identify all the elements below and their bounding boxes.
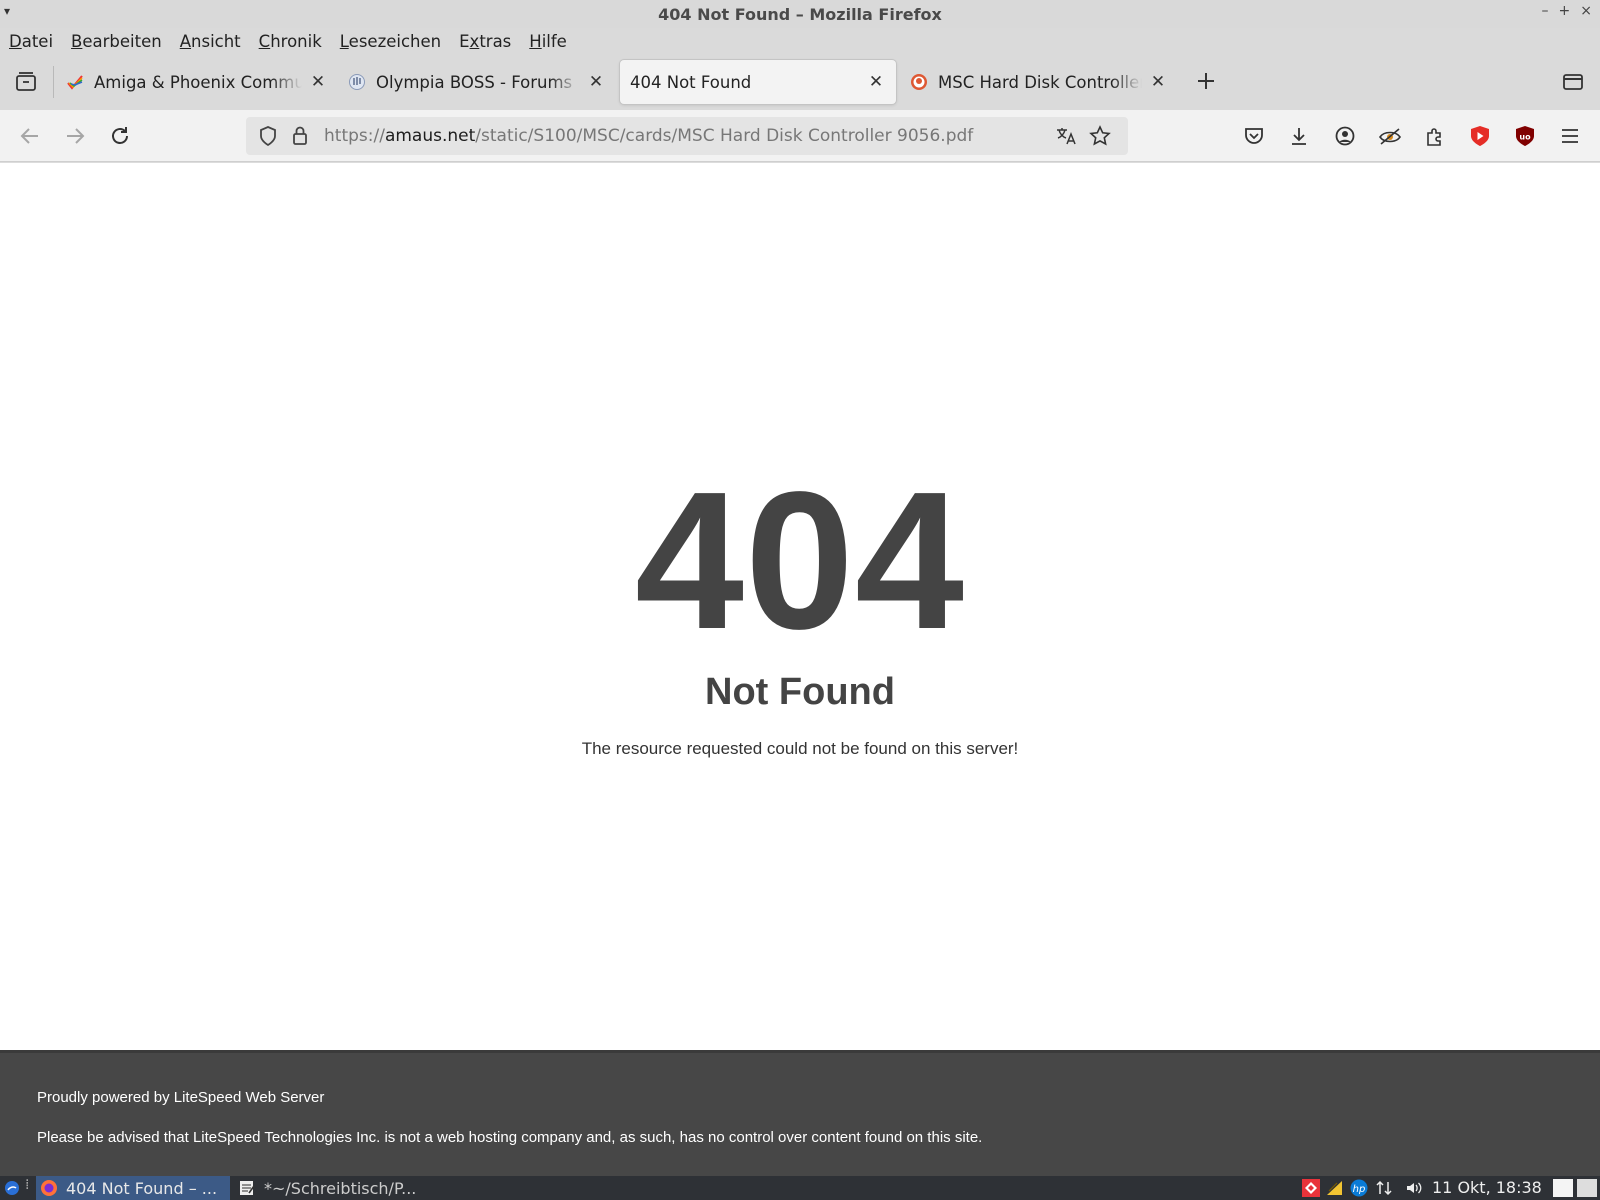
close-tab-icon[interactable]: ✕	[586, 72, 606, 92]
menu-lesezeichen[interactable]: Lesezeichen	[331, 32, 450, 51]
workspace-2-icon[interactable]	[1577, 1179, 1597, 1197]
window-titlebar: ▾ 404 Not Found – Mozilla Firefox – + ×	[0, 0, 1600, 28]
footer-disclaimer: Please be advised that LiteSpeed Technol…	[37, 1129, 983, 1146]
page-content: 404 Not Found The resource requested cou…	[0, 163, 1600, 1050]
lock-icon[interactable]	[288, 124, 312, 148]
tab-amiga-phoenix[interactable]: Amiga & Phoenix Community ✕	[66, 60, 328, 104]
bookmark-star-icon[interactable]	[1088, 124, 1112, 148]
tab-msc-hard-disk[interactable]: MSC Hard Disk Controller 9056 ✕	[910, 60, 1168, 104]
menu-bearbeiten[interactable]: Bearbeiten	[62, 32, 171, 51]
anydesk-tray-icon[interactable]	[1302, 1179, 1320, 1197]
menu-hilfe[interactable]: Hilfe	[520, 32, 576, 51]
window-title: 404 Not Found – Mozilla Firefox	[658, 4, 942, 24]
menu-ansicht[interactable]: Ansicht	[171, 32, 250, 51]
maximize-icon[interactable]: +	[1559, 3, 1571, 19]
network-transfer-tray-icon[interactable]	[1375, 1179, 1393, 1197]
tab-label: MSC Hard Disk Controller 9056	[938, 72, 1142, 92]
tab-label: Amiga & Phoenix Community	[94, 72, 302, 92]
volume-tray-icon[interactable]	[1405, 1179, 1423, 1197]
new-tab-plus-icon[interactable]	[1195, 70, 1217, 92]
duckduckgo-icon	[910, 73, 928, 91]
taskbar-item-firefox[interactable]: 404 Not Found – ...	[36, 1176, 230, 1200]
extensions-puzzle-icon[interactable]	[1423, 124, 1447, 148]
minimize-icon[interactable]: –	[1542, 3, 1549, 19]
extension-eye-icon[interactable]	[1378, 124, 1402, 148]
menu-chronik[interactable]: Chronik	[250, 32, 331, 51]
firefox-icon	[40, 1179, 58, 1197]
menu-datei[interactable]: Datei	[0, 32, 62, 51]
tab-label: Olympia BOSS - Forums	[376, 72, 573, 92]
rainbow-checkmark-icon	[66, 73, 84, 91]
taskbar: ⁞ 404 Not Found – ... *~/Schreibtisch/P.…	[0, 1176, 1600, 1200]
navigation-toolbar: https://amaus.net/static/S100/MSC/cards/…	[0, 110, 1600, 162]
downloads-icon[interactable]	[1287, 124, 1311, 148]
xfce-start-icon[interactable]	[4, 1180, 20, 1196]
error-title: Not Found	[705, 671, 895, 713]
error-code: 404	[634, 451, 966, 670]
taskbar-separator: ⁞	[25, 1177, 30, 1193]
pocket-icon[interactable]	[1242, 124, 1266, 148]
svg-text:hp: hp	[1353, 1184, 1366, 1195]
back-arrow-icon[interactable]	[18, 124, 42, 148]
tab-separator	[53, 66, 54, 98]
reload-icon[interactable]	[108, 124, 132, 148]
close-tab-icon[interactable]: ✕	[308, 72, 328, 92]
list-all-tabs-icon[interactable]	[1562, 72, 1584, 92]
taskbar-clock[interactable]: 11 Okt, 18:38	[1432, 1178, 1542, 1197]
text-editor-icon	[238, 1179, 256, 1197]
firefox-view-icon[interactable]	[14, 70, 38, 94]
address-bar[interactable]: https://amaus.net/static/S100/MSC/cards/…	[246, 117, 1128, 155]
hamburger-menu-icon[interactable]	[1558, 124, 1582, 148]
tab-404-not-found[interactable]: 404 Not Found ✕	[620, 60, 896, 104]
account-icon[interactable]	[1333, 124, 1357, 148]
tab-olympia-boss[interactable]: Olympia BOSS - Forums ✕	[348, 60, 606, 104]
workspace-1-icon[interactable]	[1553, 1179, 1573, 1197]
url-text[interactable]: https://amaus.net/static/S100/MSC/cards/…	[324, 126, 973, 146]
tab-strip: Amiga & Phoenix Community ✕ Olympia BOSS…	[0, 54, 1600, 110]
tracking-protection-shield-icon[interactable]	[256, 124, 280, 148]
translate-icon[interactable]	[1054, 124, 1078, 148]
error-message: The resource requested could not be foun…	[581, 739, 1019, 758]
forward-arrow-icon[interactable]	[63, 124, 87, 148]
close-tab-icon[interactable]: ✕	[866, 72, 886, 92]
tab-label: 404 Not Found	[630, 72, 752, 92]
notes-tray-icon[interactable]	[1326, 1179, 1344, 1197]
ublock-origin-icon[interactable]: uo	[1513, 124, 1537, 148]
menu-bar: Datei Bearbeiten Ansicht Chronik Lesezei…	[0, 28, 1600, 54]
close-tab-icon[interactable]: ✕	[1148, 72, 1168, 92]
close-window-icon[interactable]: ×	[1580, 3, 1592, 19]
svg-text:uo: uo	[1519, 133, 1531, 142]
taskbar-item-editor[interactable]: *~/Schreibtisch/P...	[234, 1176, 434, 1200]
menu-extras[interactable]: Extras	[450, 32, 520, 51]
footer-powered-by: Proudly powered by LiteSpeed Web Server	[37, 1089, 325, 1106]
youtube-shield-icon[interactable]	[1468, 124, 1492, 148]
forum-icon	[348, 73, 366, 91]
window-menu-icon[interactable]: ▾	[4, 4, 10, 18]
page-footer: Proudly powered by LiteSpeed Web Server …	[0, 1050, 1600, 1176]
hp-printer-tray-icon[interactable]: hp	[1350, 1179, 1368, 1197]
